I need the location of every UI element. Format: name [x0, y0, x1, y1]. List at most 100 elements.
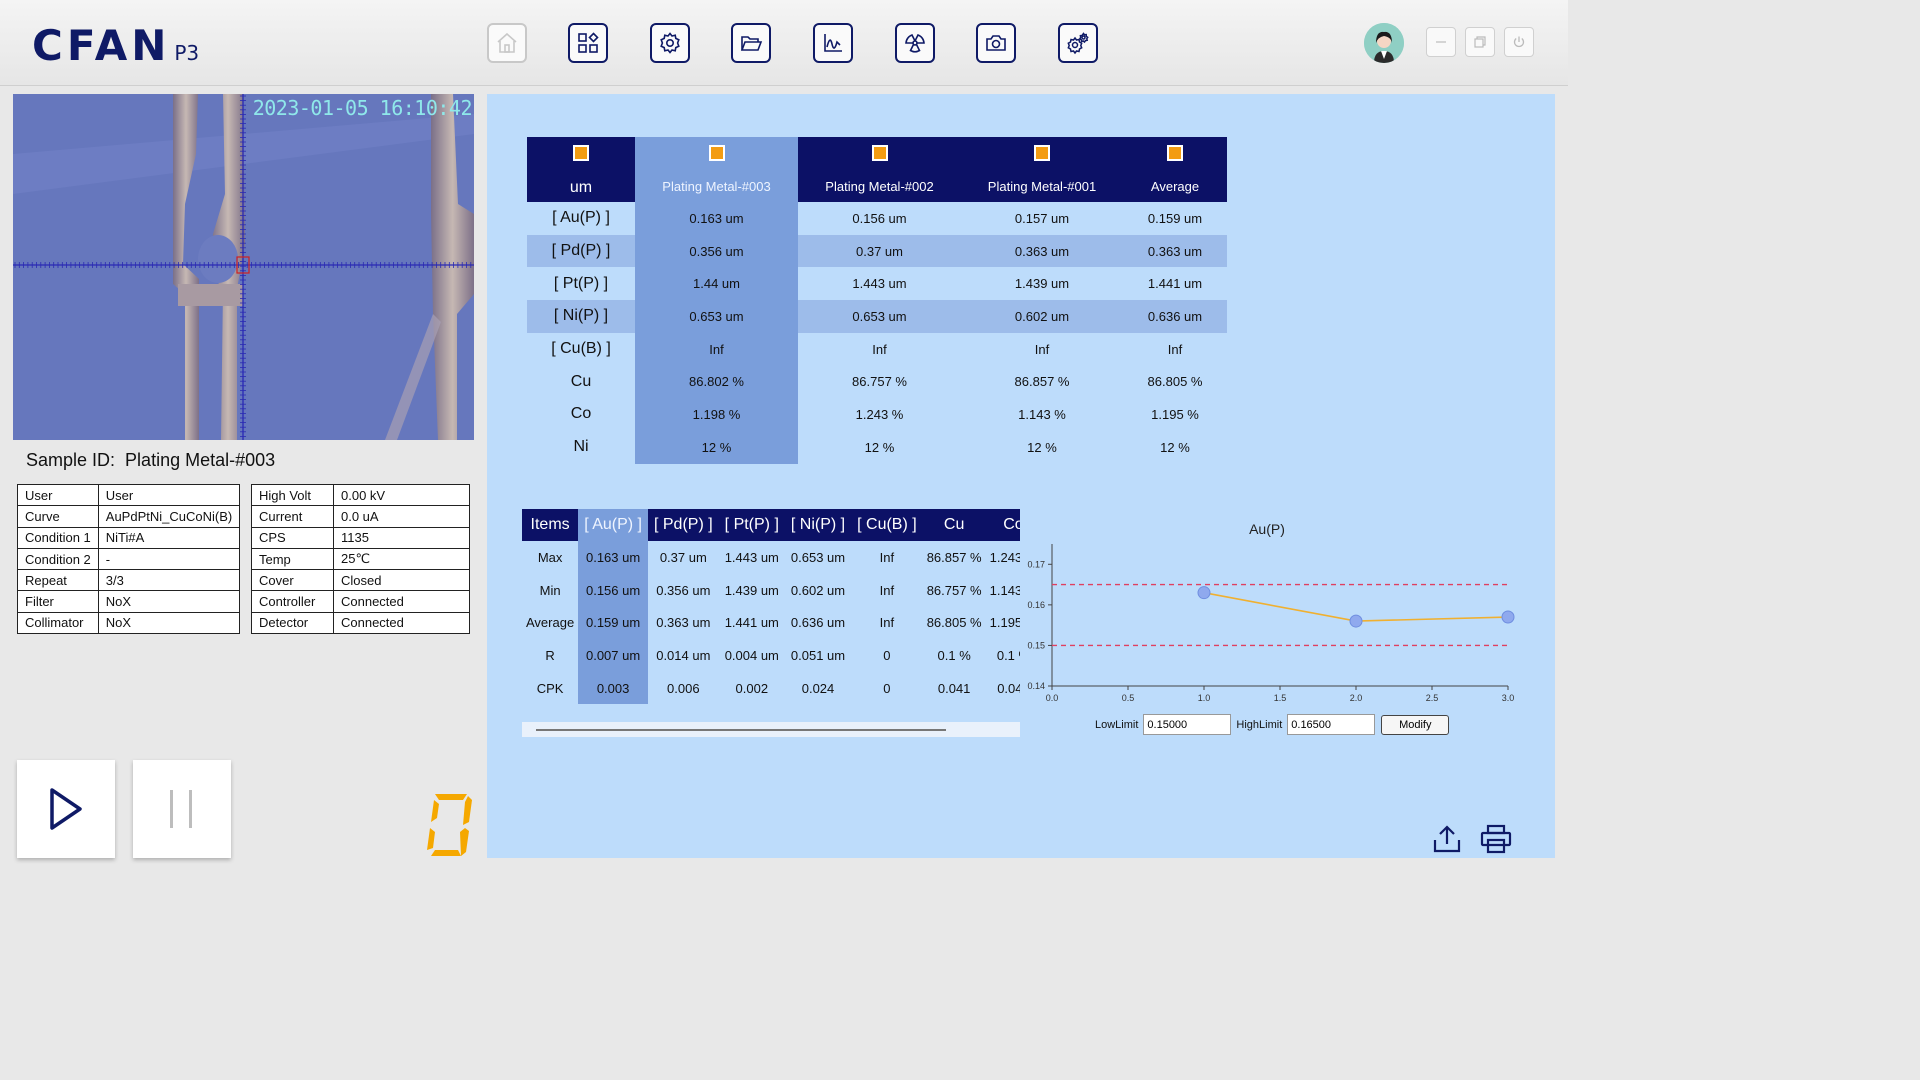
header-bar: CFAN P3: [0, 0, 1568, 86]
sample-id-label: Sample ID:: [26, 450, 116, 470]
stats-cell: 86.857 %: [926, 549, 982, 565]
settings-button[interactable]: [650, 23, 690, 63]
stats-cell: 0.004 um: [724, 647, 779, 663]
result-cell: 0.356 um: [635, 234, 798, 268]
info-row: Detector Connected: [251, 611, 470, 635]
counter-display: [425, 792, 473, 858]
info-value: 3/3: [97, 569, 241, 592]
minimize-button[interactable]: [1426, 27, 1456, 57]
low-limit-input[interactable]: [1143, 714, 1232, 735]
pause-button[interactable]: [133, 760, 231, 858]
stats-cell: 0.041: [997, 680, 1020, 696]
home-button[interactable]: [487, 23, 527, 63]
element-label: Co: [570, 405, 592, 423]
result-cell: 12 %: [1160, 439, 1190, 455]
export-button[interactable]: [1431, 824, 1463, 854]
minimize-icon: [1436, 41, 1446, 43]
x-tick-label: 2.0: [1350, 693, 1363, 703]
advanced-settings-button[interactable]: [1058, 23, 1098, 63]
stats-cell: 0: [883, 647, 891, 663]
select-all-checkbox[interactable]: [573, 145, 589, 161]
low-limit-label: LowLimit: [1095, 718, 1139, 731]
info-key: Curve: [17, 505, 99, 528]
result-column-header[interactable]: Plating Metal-#001: [961, 137, 1123, 202]
stats-column-header[interactable]: Items: [522, 509, 579, 541]
column-title: Plating Metal-#001: [987, 179, 1097, 194]
result-column-header[interactable]: Plating Metal-#003: [635, 137, 798, 202]
apps-icon: [578, 32, 599, 53]
results-table: um Plating Metal-#003 Plating Metal-#002 Pl…: [527, 137, 1227, 464]
statistics-table: Items[ Au(P) ][ Pd(P) ][ Pt(P) ][ Ni(P) …: [522, 509, 1020, 704]
result-cell: 0.653 um: [798, 300, 961, 333]
stats-cell: 0.003: [578, 671, 648, 704]
stats-label: Max: [537, 549, 563, 565]
stats-cell: 0.602 um: [790, 582, 846, 598]
stats-column-header[interactable]: [ Pd(P) ]: [647, 509, 719, 541]
restore-button[interactable]: [1465, 27, 1495, 57]
stats-column-header[interactable]: [ Cu(B) ]: [851, 509, 923, 541]
info-key: CPS: [251, 526, 334, 549]
result-cell: 86.805 %: [1147, 374, 1203, 390]
info-value: 0.0 uA: [333, 505, 470, 528]
result-cell: 1.441 um: [1147, 276, 1203, 292]
result-cell: 0.602 um: [961, 300, 1123, 333]
result-cell: 0.363 um: [1123, 234, 1227, 268]
stats-cell: 0.363 um: [656, 615, 711, 631]
info-row: Condition 2-: [17, 547, 241, 571]
result-cell: 0.636 um: [1123, 300, 1227, 333]
camera-icon: [986, 35, 1006, 51]
column-title: Average: [1150, 179, 1200, 194]
column-checkbox[interactable]: [1034, 145, 1050, 161]
result-cell: 0.157 um: [1014, 210, 1070, 226]
settings-icon: [660, 32, 680, 54]
limits-bar: LowLimit HighLimit Modify: [1095, 714, 1450, 735]
stats-cell: 0.356 um: [656, 582, 711, 598]
high-limit-input[interactable]: [1287, 714, 1376, 735]
open-folder-button[interactable]: [731, 23, 771, 63]
measurement-info-table: User User Curve AuPdPtNi_CuCoNi(B) Condition…: [17, 483, 241, 635]
stats-cell: 0.1 %: [996, 647, 1020, 663]
stats-cell: 0: [883, 680, 891, 696]
result-row: [ Au(P) ] 0.163 um 0.156 um 0.157 um 0.159 u…: [527, 202, 1227, 235]
modify-button[interactable]: Modify: [1381, 714, 1450, 735]
info-value: NiTi#A: [97, 526, 241, 549]
stats-column-header[interactable]: [ Pt(P) ]: [718, 509, 785, 541]
column-checkbox[interactable]: [708, 145, 725, 161]
camera-button[interactable]: [976, 23, 1016, 63]
radiation-button[interactable]: [895, 23, 935, 63]
camera-image: [13, 94, 474, 440]
user-avatar[interactable]: [1364, 23, 1404, 63]
info-key: Collimator: [17, 611, 99, 635]
stats-cell: 0.007 um: [578, 639, 648, 672]
power-button[interactable]: [1504, 27, 1534, 57]
result-row: [ Cu(B) ] Inf Inf Inf Inf: [527, 332, 1227, 366]
result-column-header[interactable]: Average: [1123, 137, 1227, 202]
info-row: Repeat 3/3: [17, 569, 241, 592]
start-button[interactable]: [17, 760, 115, 858]
stats-cell: 0.653 um: [790, 549, 846, 565]
stats-column-header[interactable]: [ Au(P) ]: [578, 509, 648, 541]
stats-column-header[interactable]: [ Ni(P) ]: [784, 509, 852, 541]
info-value: 0.00 kV: [333, 483, 470, 507]
scrollbar-thumb[interactable]: [536, 729, 946, 731]
chart-button[interactable]: [813, 23, 853, 63]
result-column-header[interactable]: Plating Metal-#002: [798, 137, 961, 202]
print-button[interactable]: [1480, 824, 1512, 854]
column-checkbox[interactable]: [1167, 145, 1183, 161]
x-tick-label: 1.0: [1198, 693, 1211, 703]
camera-view[interactable]: 2023-01-05 16:10:42: [13, 94, 474, 440]
stats-cell: 0.006: [667, 680, 700, 696]
statistics-horizontal-scrollbar[interactable]: [522, 722, 1020, 737]
x-tick-label: 2.5: [1426, 693, 1439, 703]
stats-label: Min: [539, 582, 561, 598]
statistics-table-viewport[interactable]: Items[ Au(P) ][ Pd(P) ][ Pt(P) ][ Ni(P) …: [522, 509, 1020, 704]
stats-column-header[interactable]: Co: [985, 509, 1020, 541]
y-tick-label: 0.17: [1027, 559, 1045, 569]
column-checkbox[interactable]: [871, 145, 888, 161]
stats-cell: 1.195 %: [989, 615, 1020, 631]
result-row: [ Pt(P) ] 1.44 um 1.443 um 1.439 um 1.441 um: [527, 267, 1227, 301]
info-row: Temp 25℃: [251, 547, 470, 571]
info-key: Repeat: [17, 569, 99, 592]
stats-column-header[interactable]: Cu: [922, 509, 986, 541]
apps-button[interactable]: [568, 23, 608, 63]
